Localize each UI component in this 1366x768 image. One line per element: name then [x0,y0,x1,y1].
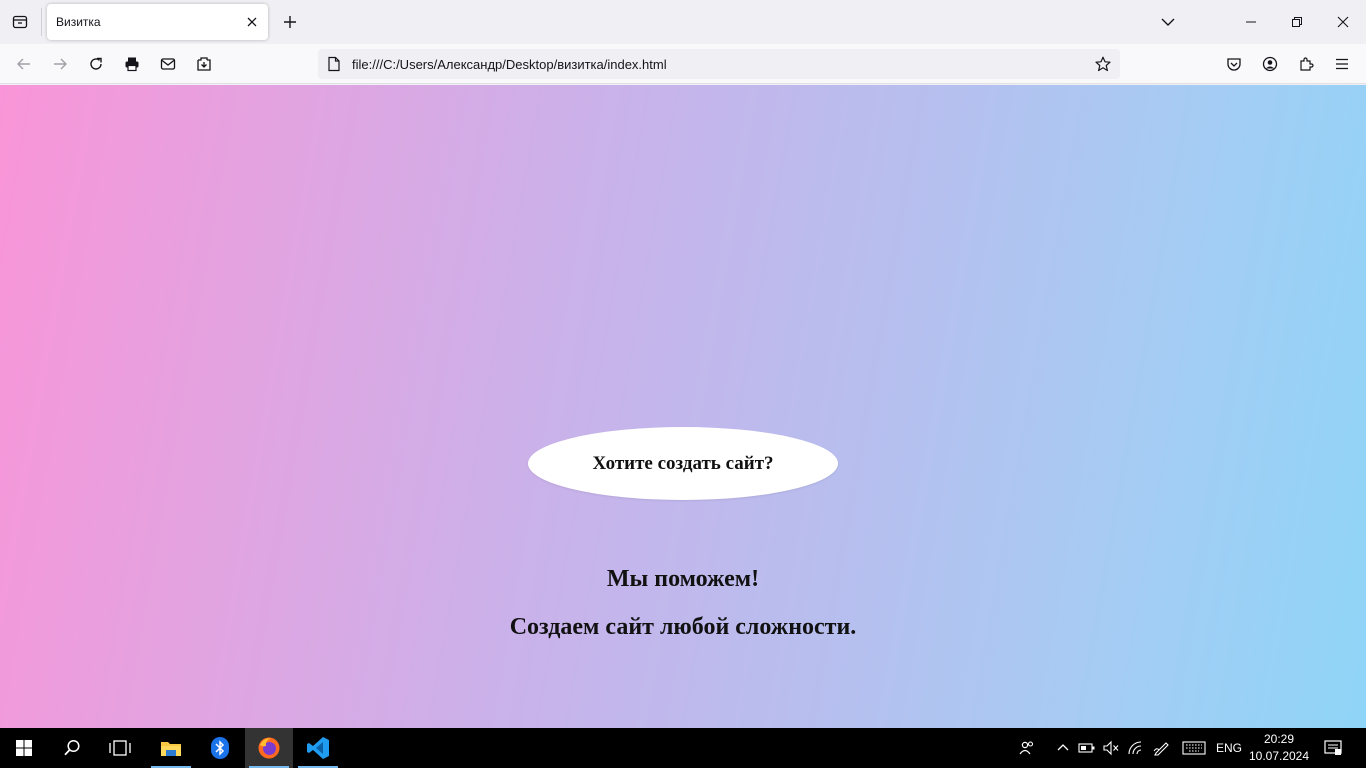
printer-icon [125,57,139,72]
plus-icon [284,16,296,28]
headline-any-complexity: Создаем сайт любой сложности. [509,614,857,640]
email-link-button[interactable] [152,48,184,80]
back-button[interactable] [8,48,40,80]
search-icon [64,739,80,756]
taskbar-bluetooth[interactable] [196,728,244,768]
url-text[interactable]: file:///C:/Users/Александр/Desktop/визит… [352,57,667,72]
close-icon [247,17,257,27]
firefox-view-icon [12,15,28,29]
forward-button[interactable] [44,48,76,80]
arrow-left-icon [17,58,30,70]
page-icon [326,56,342,72]
close-icon [1337,16,1349,28]
pocket-button[interactable] [1218,48,1250,80]
bluetooth-icon [211,737,229,759]
task-view-button[interactable] [96,728,144,768]
pen-icon [1153,742,1169,756]
firefox-view-button[interactable] [4,6,36,38]
network-button[interactable] [1125,728,1147,768]
pen-workspace-button[interactable] [1150,728,1174,768]
puzzle-icon [1300,57,1314,71]
minimize-icon [1246,21,1256,23]
firefox-icon [258,737,280,759]
chevron-up-icon [1057,744,1069,751]
windows-taskbar: ENG 20:29 10.07.2024 [0,728,1366,768]
cta-text: Хотите создать сайт? [592,452,774,474]
input-language-button[interactable]: ENG [1212,728,1246,768]
action-center-button[interactable] [1318,728,1348,768]
battery-icon [1078,743,1095,753]
chevron-down-icon [1161,18,1175,26]
pocket-icon [1227,58,1241,71]
taskbar-file-explorer[interactable] [147,728,195,768]
taskbar-firefox[interactable] [245,728,293,768]
clock-time: 20:29 [1263,732,1295,746]
battery-button[interactable] [1076,728,1098,768]
save-to-pocket-button[interactable] [188,48,220,80]
account-icon [1262,56,1278,72]
touch-keyboard-button[interactable] [1180,728,1208,768]
people-icon [1019,741,1034,755]
navigation-toolbar: file:///C:/Users/Александр/Desktop/визит… [0,44,1366,84]
account-button[interactable] [1254,48,1286,80]
tab-bar: Визитка [0,0,1366,44]
reload-icon [90,57,102,70]
wifi-icon [1128,741,1142,755]
arrow-right-icon [54,58,67,70]
tab-separator [41,8,42,36]
show-hidden-icons-button[interactable] [1052,728,1074,768]
menu-button[interactable] [1326,48,1358,80]
cta-ellipse-button[interactable]: Хотите создать сайт? [528,427,838,500]
vscode-icon [307,737,329,759]
restore-button[interactable] [1274,0,1320,44]
notification-icon [1324,740,1342,755]
extensions-button[interactable] [1290,48,1322,80]
clock-date: 10.07.2024 [1248,749,1310,763]
search-button[interactable] [48,728,96,768]
bookmark-star-button[interactable] [1092,53,1114,75]
taskbar-clock[interactable]: 20:29 10.07.2024 [1248,731,1310,767]
language-indicator: ENG [1215,741,1242,755]
star-icon [1095,56,1111,72]
minimize-button[interactable] [1228,0,1274,44]
download-icon [197,57,211,71]
headline-help: Мы поможем! [606,566,760,592]
address-bar[interactable]: file:///C:/Users/Александр/Desktop/визит… [318,49,1120,79]
mail-icon [160,58,176,70]
speaker-muted-icon [1103,740,1119,756]
close-window-button[interactable] [1320,0,1366,44]
tab-title: Визитка [56,15,101,29]
tab-close-button[interactable] [242,12,262,32]
reload-button[interactable] [80,48,112,80]
folder-icon [161,742,181,756]
people-button[interactable] [1014,728,1040,768]
new-tab-button[interactable] [276,8,304,36]
print-button[interactable] [116,48,148,80]
keyboard-icon [1182,741,1206,755]
taskbar-vscode[interactable] [294,728,342,768]
windows-logo-icon [16,740,32,756]
hamburger-menu-icon [1336,58,1348,70]
list-all-tabs-button[interactable] [1152,6,1184,38]
task-view-icon [109,740,131,756]
start-button[interactable] [0,728,48,768]
volume-button[interactable] [1100,728,1122,768]
tab-vizitka[interactable]: Визитка [47,4,268,40]
restore-icon [1292,17,1302,27]
page-viewport: Хотите создать сайт? Мы поможем! Создаем… [0,85,1366,728]
